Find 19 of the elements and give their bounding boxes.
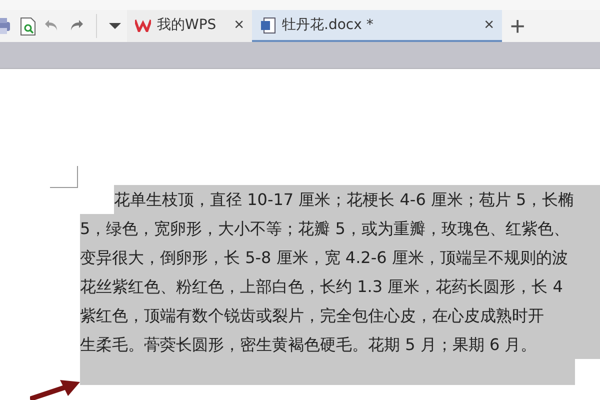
tab-label: 牡丹花.docx * bbox=[282, 16, 374, 34]
close-button[interactable]: × bbox=[484, 15, 494, 35]
close-button[interactable]: × bbox=[234, 15, 244, 35]
pointer-arrow-icon bbox=[30, 378, 82, 400]
paragraph-line: 5，绿色，宽卵形，大小不等；花瓣 5，或为重瓣，玫瑰色、红紫色、 bbox=[80, 219, 570, 238]
paragraph-line: 变异很大，倒卵形，长 5-8 厘米，宽 4.2-6 厘米，顶端呈不规则的波 bbox=[80, 248, 568, 267]
margin-corner-icon bbox=[50, 166, 78, 188]
paragraph-line: 生柔毛。蓇葖长圆形，密生黄褐色硬毛。花期 5 月；果期 6 月。 bbox=[80, 335, 537, 354]
paragraph-line: 紫红色，顶端有数个锐齿或裂片，完全包住心皮，在心皮成熟时开 bbox=[80, 306, 544, 325]
tab-label: 我的WPS bbox=[157, 16, 218, 34]
new-tab-button[interactable]: + bbox=[502, 10, 534, 42]
paragraph-line: 花单生枝顶，直径 10-17 厘米；花梗长 4-6 厘米；苞片 5，长椭 bbox=[114, 190, 574, 209]
document-tab[interactable]: 我的WPS × bbox=[127, 10, 252, 42]
print-preview-icon[interactable] bbox=[20, 16, 36, 36]
wps-logo-icon bbox=[135, 18, 151, 32]
document-tab[interactable]: 牡丹花.docx * × bbox=[252, 10, 502, 42]
word-document-icon bbox=[260, 16, 276, 34]
dropdown-icon[interactable] bbox=[109, 22, 121, 30]
paragraph-line: 花丝紫红色、粉红色，上部白色，长约 1.3 厘米，花药长圆形，长 4 bbox=[80, 277, 563, 296]
